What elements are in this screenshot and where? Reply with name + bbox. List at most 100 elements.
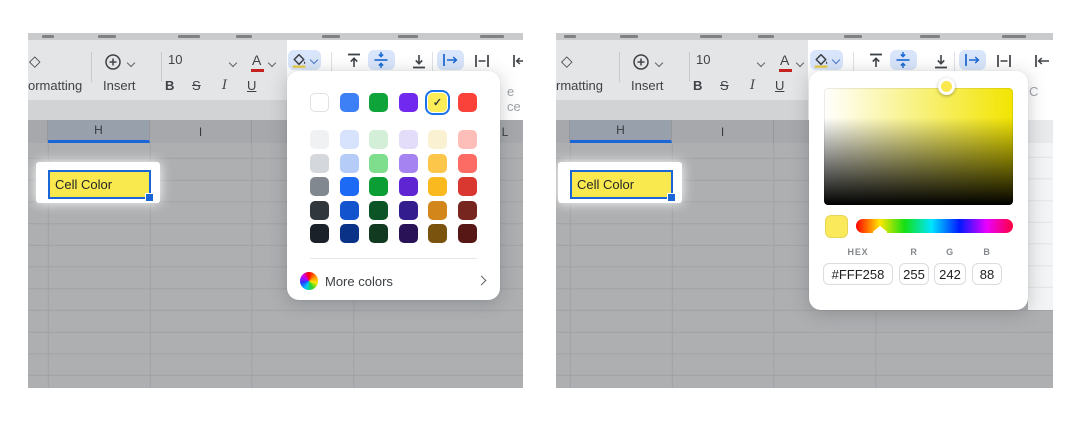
palette-swatch[interactable]	[369, 154, 388, 173]
saturation-value-handle[interactable]	[938, 78, 955, 95]
palette-swatch[interactable]	[399, 154, 418, 173]
palette-swatch[interactable]	[458, 177, 477, 196]
palette-swatch[interactable]	[428, 224, 447, 243]
conditional-formatting-icon[interactable]: ◇	[29, 52, 41, 70]
align-bottom-icon[interactable]	[410, 52, 428, 70]
fill-color-button[interactable]	[810, 50, 843, 70]
font-size-chevron-icon[interactable]	[229, 59, 237, 67]
fill-handle[interactable]	[667, 193, 676, 202]
palette-swatch[interactable]	[369, 177, 388, 196]
insert-plus-icon[interactable]	[104, 53, 122, 71]
formatting-button-label[interactable]: rmatting	[556, 78, 603, 93]
formula-bar-dimmed	[28, 100, 287, 120]
palette-swatch[interactable]	[310, 130, 329, 149]
palette-swatch[interactable]	[310, 154, 329, 173]
column-header-i[interactable]: I	[150, 120, 252, 143]
bold-button[interactable]: B	[165, 78, 174, 93]
align-top-icon[interactable]	[867, 52, 885, 70]
align-middle-button[interactable]	[890, 50, 917, 70]
palette-swatch[interactable]	[458, 201, 477, 220]
r-input[interactable]: 255	[899, 263, 929, 285]
b-input[interactable]: 88	[972, 263, 1002, 285]
font-size-value[interactable]: 10	[696, 52, 710, 67]
text-clip-icon[interactable]	[473, 52, 491, 70]
column-header-i[interactable]: I	[672, 120, 774, 143]
align-middle-button[interactable]	[368, 50, 395, 70]
insert-plus-icon[interactable]	[632, 53, 650, 71]
palette-swatch[interactable]	[369, 201, 388, 220]
palette-swatch[interactable]	[399, 224, 418, 243]
palette-swatch[interactable]	[310, 224, 329, 243]
strikethrough-button[interactable]: S	[192, 78, 201, 93]
palette-swatch[interactable]	[340, 177, 359, 196]
palette-swatch[interactable]	[399, 130, 418, 149]
palette-swatch[interactable]	[340, 201, 359, 220]
text-overflow-button[interactable]	[959, 50, 986, 70]
palette-swatch[interactable]	[458, 154, 477, 173]
underline-button[interactable]: U	[247, 78, 256, 93]
palette-swatch[interactable]	[458, 130, 477, 149]
column-header-partial[interactable]	[28, 120, 48, 143]
font-size-value[interactable]: 10	[168, 52, 182, 67]
more-colors-item[interactable]: More colors	[300, 270, 486, 292]
font-size-chevron-icon[interactable]	[757, 59, 765, 67]
insert-chevron-icon[interactable]	[127, 59, 135, 67]
conditional-formatting-icon[interactable]: ◇	[561, 52, 573, 70]
palette-swatch[interactable]	[310, 177, 329, 196]
palette-swatch[interactable]	[340, 130, 359, 149]
selected-cell[interactable]: Cell Color	[48, 170, 151, 199]
selected-cell[interactable]: Cell Color	[570, 170, 673, 199]
text-color-button[interactable]: A	[780, 52, 789, 68]
cutoff-artifact	[480, 35, 504, 38]
column-header-h[interactable]: H	[48, 120, 150, 143]
palette-swatch[interactable]	[399, 177, 418, 196]
palette-swatch[interactable]	[428, 130, 447, 149]
formatting-button-label[interactable]: ormatting	[28, 78, 82, 93]
hex-input[interactable]: #FFF258	[823, 263, 893, 285]
bold-button[interactable]: B	[693, 78, 702, 93]
palette-swatch[interactable]	[399, 201, 418, 220]
palette-swatch[interactable]	[428, 201, 447, 220]
text-color-chevron-icon[interactable]	[268, 59, 276, 67]
column-header-h[interactable]: H	[570, 120, 672, 143]
align-top-icon[interactable]	[345, 52, 363, 70]
palette-swatch[interactable]	[340, 93, 359, 112]
palette-swatch[interactable]	[458, 224, 477, 243]
italic-button[interactable]: I	[222, 78, 227, 93]
text-wrap-icon-partial[interactable]	[511, 52, 523, 70]
underline-button[interactable]: U	[775, 78, 784, 93]
insert-button-label[interactable]: Insert	[631, 78, 664, 93]
text-color-chevron-icon[interactable]	[796, 59, 804, 67]
column-header-partial[interactable]	[556, 120, 570, 143]
saturation-value-field[interactable]	[824, 88, 1013, 205]
palette-swatch[interactable]	[340, 154, 359, 173]
palette-swatch[interactable]	[310, 201, 329, 220]
palette-swatch[interactable]	[369, 93, 388, 112]
align-bottom-icon[interactable]	[932, 52, 950, 70]
insert-chevron-icon[interactable]	[655, 59, 663, 67]
cutoff-artifact	[920, 35, 940, 38]
palette-swatch[interactable]	[428, 154, 447, 173]
palette-swatch[interactable]	[369, 130, 388, 149]
palette-swatch[interactable]	[458, 93, 477, 112]
text-wrap-icon-partial[interactable]	[1033, 52, 1051, 70]
palette-swatch[interactable]	[340, 224, 359, 243]
page: { "toolbar": { "formatting_left": "ormat…	[0, 0, 1071, 421]
text-clip-icon[interactable]	[995, 52, 1013, 70]
palette-main-row: ✓	[310, 93, 477, 112]
fill-handle[interactable]	[145, 193, 154, 202]
palette-swatch[interactable]	[399, 93, 418, 112]
g-input[interactable]: 242	[934, 263, 966, 285]
align-middle-icon	[894, 51, 912, 69]
text-overflow-button[interactable]	[437, 50, 464, 70]
italic-button[interactable]: I	[750, 78, 755, 93]
insert-button-label[interactable]: Insert	[103, 78, 136, 93]
palette-swatch[interactable]	[428, 177, 447, 196]
palette-swatch[interactable]	[369, 224, 388, 243]
palette-swatch-selected[interactable]: ✓	[428, 93, 447, 112]
palette-swatch[interactable]	[310, 93, 329, 112]
align-middle-icon	[372, 51, 390, 69]
fill-color-button[interactable]	[288, 50, 321, 70]
strikethrough-button[interactable]: S	[720, 78, 729, 93]
text-color-button[interactable]: A	[252, 52, 261, 68]
